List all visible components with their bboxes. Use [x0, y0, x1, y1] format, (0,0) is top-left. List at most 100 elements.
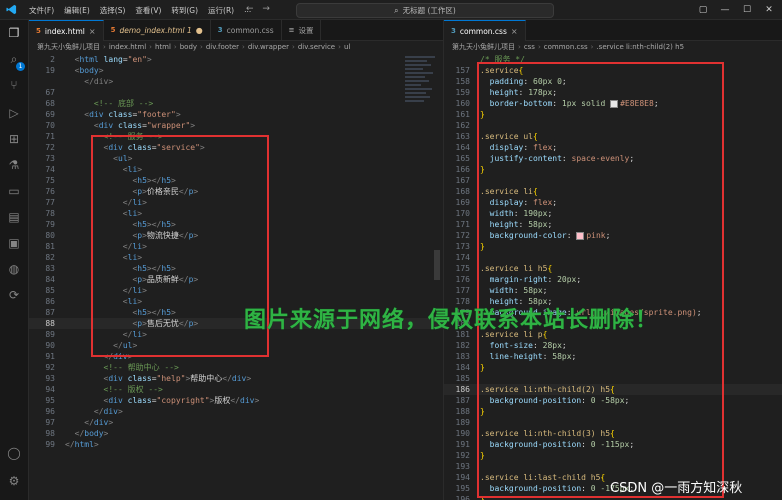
code-line[interactable]: 95 <div class="copyright">版权</div>: [29, 395, 443, 406]
code-line[interactable]: 71 <!-- 服务 -->: [29, 131, 443, 142]
code-line[interactable]: 159 height: 178px;: [444, 87, 782, 98]
code-line[interactable]: 165 justify-content: space-evenly;: [444, 153, 782, 164]
code-line[interactable]: 76 <p>价格亲民</p>: [29, 186, 443, 197]
editor-tab[interactable]: 5 demo_index.html 1 ●: [104, 20, 211, 40]
code-line[interactable]: 82 <li>: [29, 252, 443, 263]
code-line[interactable]: 191 background-position: 0 -115px;: [444, 439, 782, 450]
code-line[interactable]: 182 font-size: 28px;: [444, 340, 782, 351]
breadcrumb-item[interactable]: div.wrapper: [248, 43, 289, 51]
code-line[interactable]: 93 <div class="help">帮助中心</div>: [29, 373, 443, 384]
maximize-icon[interactable]: ☐: [740, 5, 754, 15]
account-icon[interactable]: ◯: [5, 444, 23, 462]
code-line[interactable]: 19 <body>: [29, 65, 443, 76]
code-line[interactable]: 92 <!-- 帮助中心 -->: [29, 362, 443, 373]
breadcrumb-item[interactable]: 第九天小兔鲜儿项目: [37, 42, 100, 52]
close-icon[interactable]: ×: [511, 27, 518, 36]
breadcrumb-item[interactable]: body: [180, 43, 197, 51]
code-line[interactable]: 2 <html lang="en">: [29, 54, 443, 65]
code-line[interactable]: 169 display: flex;: [444, 197, 782, 208]
code-line[interactable]: 189: [444, 417, 782, 428]
right-code-area[interactable]: /* 服务 */157 .service{158 padding: 60px 0;…: [444, 54, 782, 500]
editor-tab[interactable]: 5 index.html ×: [29, 20, 104, 41]
code-line[interactable]: 94 <!-- 版权 -->: [29, 384, 443, 395]
timeline-icon[interactable]: ⟳: [5, 286, 23, 304]
code-line[interactable]: 158 padding: 60px 0;: [444, 76, 782, 87]
editor-tab[interactable]: ≡ 设置: [282, 20, 322, 40]
scrollbar-thumb[interactable]: [434, 250, 440, 280]
breadcrumb-item[interactable]: index.html: [109, 43, 146, 51]
menu-item[interactable]: 查看(V): [130, 0, 166, 19]
editor-tab[interactable]: 3 common.css ×: [444, 20, 526, 41]
code-line[interactable]: 164 display: flex;: [444, 142, 782, 153]
code-line[interactable]: 68 <!-- 底部 -->: [29, 98, 443, 109]
code-line[interactable]: 80 <p>物流快捷</p>: [29, 230, 443, 241]
code-line[interactable]: 173}: [444, 241, 782, 252]
code-line[interactable]: 174: [444, 252, 782, 263]
minimap[interactable]: [405, 54, 441, 114]
docker-icon[interactable]: ▤: [5, 208, 23, 226]
breadcrumb-item[interactable]: css: [524, 43, 535, 51]
code-line[interactable]: 83 <h5></h5>: [29, 263, 443, 274]
code-line[interactable]: 75 <h5></h5>: [29, 175, 443, 186]
code-line[interactable]: 73 <ul>: [29, 153, 443, 164]
minimize-icon[interactable]: —: [718, 5, 732, 15]
breadcrumb-item[interactable]: 第九天小兔鲜儿项目: [452, 42, 515, 52]
code-line[interactable]: 184}: [444, 362, 782, 373]
code-line[interactable]: 185: [444, 373, 782, 384]
code-line[interactable]: 175 .service li h5{: [444, 263, 782, 274]
breadcrumb-item[interactable]: div.service: [298, 43, 335, 51]
code-line[interactable]: 163 .service ul{: [444, 131, 782, 142]
editor-tab[interactable]: 3 common.css: [211, 20, 282, 40]
code-line[interactable]: 70 <div class="wrapper">: [29, 120, 443, 131]
code-line[interactable]: 157 .service{: [444, 65, 782, 76]
code-line[interactable]: 97 </div>: [29, 417, 443, 428]
code-line[interactable]: 171 height: 58px;: [444, 219, 782, 230]
code-line[interactable]: 74 <li>: [29, 164, 443, 175]
command-center-search[interactable]: ⌕ 无标题 (工作区): [296, 3, 554, 18]
explorer-icon[interactable]: ❐: [5, 24, 23, 42]
folder-icon[interactable]: ▣: [5, 234, 23, 252]
remote-explorer-icon[interactable]: ▭: [5, 182, 23, 200]
code-line[interactable]: 79 <h5></h5>: [29, 219, 443, 230]
code-line[interactable]: 162: [444, 120, 782, 131]
code-line[interactable]: 187 background-position: 0 -58px;: [444, 395, 782, 406]
code-line[interactable]: 91 </div>: [29, 351, 443, 362]
code-line[interactable]: 172 background-color: pink;: [444, 230, 782, 241]
code-line[interactable]: 160 border-bottom: 1px solid #E8E8E8;: [444, 98, 782, 109]
code-line[interactable]: 98 </body>: [29, 428, 443, 439]
code-line[interactable]: 85 </li>: [29, 285, 443, 296]
code-line[interactable]: 84 <p>品质新鲜</p>: [29, 274, 443, 285]
code-line[interactable]: 188}: [444, 406, 782, 417]
extensions-icon[interactable]: ⊞: [5, 130, 23, 148]
color-swatch-icon[interactable]: [576, 231, 585, 240]
close-icon[interactable]: ×: [89, 27, 96, 36]
code-line[interactable]: 177 width: 58px;: [444, 285, 782, 296]
code-line[interactable]: 183 line-height: 58px;: [444, 351, 782, 362]
source-control-icon[interactable]: ⑂: [5, 76, 23, 94]
left-code-area[interactable]: 2 <html lang="en"> 19 <body> </div> 67 68 <…: [29, 54, 443, 500]
code-line[interactable]: 77 </li>: [29, 197, 443, 208]
code-line[interactable]: 192}: [444, 450, 782, 461]
breadcrumb-item[interactable]: ul: [344, 43, 350, 51]
back-arrow-icon[interactable]: ←: [246, 4, 254, 14]
code-line[interactable]: 167: [444, 175, 782, 186]
menu-item[interactable]: 运行(R): [203, 0, 239, 19]
close-window-icon[interactable]: ✕: [762, 5, 776, 15]
code-line[interactable]: 81 </li>: [29, 241, 443, 252]
code-line[interactable]: 176 margin-right: 20px;: [444, 274, 782, 285]
gear-icon[interactable]: ⚙: [5, 472, 23, 490]
code-line[interactable]: 72 <div class="service">: [29, 142, 443, 153]
code-line[interactable]: 170 width: 190px;: [444, 208, 782, 219]
layout-icon[interactable]: ▢: [696, 5, 710, 15]
chat-icon[interactable]: ◍: [5, 260, 23, 278]
code-line[interactable]: 166}: [444, 164, 782, 175]
code-line[interactable]: 190 .service li:nth-child(3) h5{: [444, 428, 782, 439]
menu-item[interactable]: 转到(G): [166, 0, 203, 19]
breadcrumb-item[interactable]: div.footer: [206, 43, 239, 51]
color-swatch-icon[interactable]: [610, 99, 619, 108]
testing-icon[interactable]: ⚗: [5, 156, 23, 174]
run-debug-icon[interactable]: ▷: [5, 104, 23, 122]
code-line[interactable]: 69 <div class="footer">: [29, 109, 443, 120]
code-line[interactable]: 193: [444, 461, 782, 472]
code-line[interactable]: 168 .service li{: [444, 186, 782, 197]
